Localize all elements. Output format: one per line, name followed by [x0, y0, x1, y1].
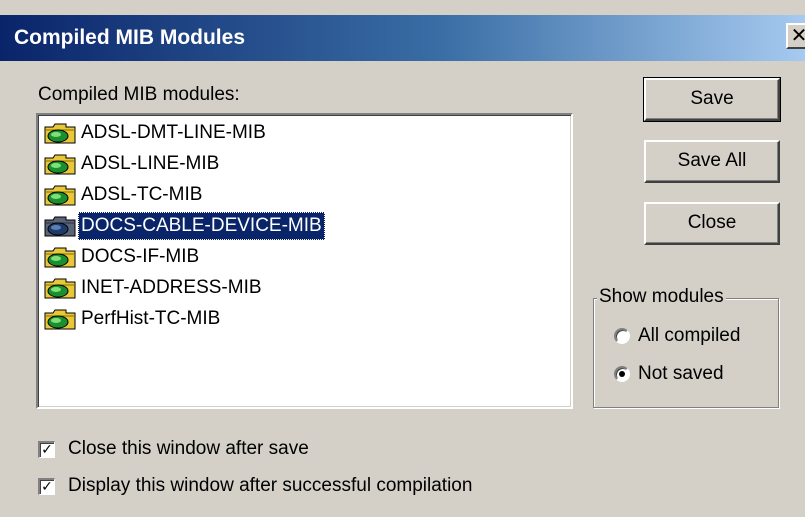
module-listbox[interactable]: ADSL-DMT-LINE-MIB ADSL-LINE-MIB ADSL-TC-…	[36, 113, 573, 409]
list-item[interactable]: PerfHist-TC-MIB	[44, 303, 223, 334]
module-list-label: Compiled MIB modules:	[38, 84, 240, 105]
close-after-save-option[interactable]: ✓ Close this window after save	[38, 438, 309, 460]
list-item-label: DOCS-IF-MIB	[81, 245, 200, 267]
show-modules-legend: Show modules	[597, 286, 726, 308]
mib-folder-icon	[44, 215, 76, 237]
list-item-label: ADSL-DMT-LINE-MIB	[81, 121, 266, 143]
mib-folder-icon	[44, 184, 76, 206]
list-item[interactable]: DOCS-IF-MIB	[44, 241, 202, 272]
display-after-compile-label: Display this window after successful com…	[68, 475, 473, 496]
mib-folder-icon	[44, 277, 76, 299]
radio-button[interactable]	[614, 366, 630, 382]
mib-folder-icon	[44, 308, 76, 330]
list-item[interactable]: ADSL-LINE-MIB	[44, 148, 222, 179]
radio-label: All compiled	[638, 325, 741, 346]
close-after-save-label: Close this window after save	[68, 438, 309, 459]
list-item-label: PerfHist-TC-MIB	[81, 307, 221, 329]
list-item[interactable]: ADSL-DMT-LINE-MIB	[44, 117, 269, 148]
window-title: Compiled MIB Modules	[14, 26, 245, 49]
display-after-compile-option[interactable]: ✓ Display this window after successful c…	[38, 475, 472, 497]
mib-folder-icon	[44, 246, 76, 268]
show-modules-group: Show modules All compiled Not saved	[593, 286, 779, 408]
close-after-save-checkbox[interactable]: ✓	[38, 440, 55, 458]
radio-button[interactable]	[614, 328, 630, 344]
list-item[interactable]: ADSL-TC-MIB	[44, 179, 205, 210]
radio-label: Not saved	[638, 363, 724, 384]
list-item-label: ADSL-TC-MIB	[81, 183, 203, 205]
list-item-label: DOCS-CABLE-DEVICE-MIB	[78, 211, 325, 240]
list-item-label: INET-ADDRESS-MIB	[81, 276, 262, 298]
list-item-label: ADSL-LINE-MIB	[81, 152, 220, 174]
close-button[interactable]: Close	[644, 202, 780, 245]
mib-folder-icon	[44, 122, 76, 144]
close-icon[interactable]: ✕	[786, 23, 805, 49]
list-item-selected[interactable]: DOCS-CABLE-DEVICE-MIB	[44, 210, 325, 241]
save-button[interactable]: Save	[643, 77, 781, 122]
list-item[interactable]: INET-ADDRESS-MIB	[44, 272, 265, 303]
radio-not-saved[interactable]: Not saved	[614, 363, 724, 385]
display-after-compile-checkbox[interactable]: ✓	[38, 477, 55, 495]
title-bar[interactable]: Compiled MIB Modules ✕	[0, 15, 805, 61]
compiled-mib-modules-dialog: Compiled MIB Modules ✕ Compiled MIB modu…	[0, 0, 805, 517]
save-all-button[interactable]: Save All	[644, 140, 780, 183]
radio-all-compiled[interactable]: All compiled	[614, 325, 740, 347]
mib-folder-icon	[44, 153, 76, 175]
